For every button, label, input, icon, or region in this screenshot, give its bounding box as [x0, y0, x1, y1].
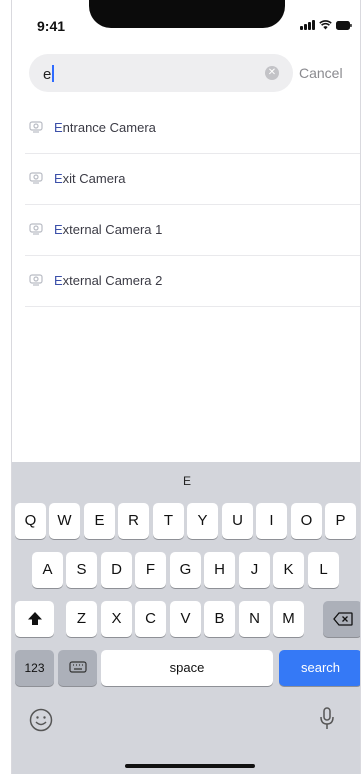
keyboard-icon	[68, 661, 87, 673]
status-icons	[300, 20, 352, 30]
search-query: e	[43, 65, 54, 83]
key-f[interactable]: F	[135, 552, 166, 588]
space-key[interactable]: space	[101, 650, 273, 686]
key-h[interactable]: H	[204, 552, 235, 588]
result-label: External Camera 1	[54, 222, 163, 237]
key-g[interactable]: G	[170, 552, 201, 588]
key-y[interactable]: Y	[187, 503, 218, 539]
shift-icon	[27, 612, 42, 625]
camera-icon	[29, 121, 43, 133]
emoji-icon[interactable]	[28, 707, 54, 733]
camera-icon	[29, 172, 43, 184]
battery-icon	[336, 21, 352, 30]
key-r[interactable]: R	[118, 503, 149, 539]
wifi-icon	[319, 20, 332, 30]
key-z[interactable]: Z	[66, 601, 97, 637]
key-o[interactable]: O	[291, 503, 322, 539]
key-w[interactable]: W	[49, 503, 80, 539]
cancel-button[interactable]: Cancel	[299, 65, 343, 81]
key-d[interactable]: D	[101, 552, 132, 588]
key-c[interactable]: C	[135, 601, 166, 637]
microphone-icon[interactable]	[319, 706, 335, 732]
delete-key[interactable]	[323, 601, 360, 637]
search-row: e ✕ Cancel	[12, 54, 360, 94]
result-item-entrance-camera[interactable]: Entrance Camera	[25, 103, 360, 154]
key-b[interactable]: B	[204, 601, 235, 637]
key-a[interactable]: A	[32, 552, 63, 588]
key-q[interactable]: Q	[15, 503, 46, 539]
keyboard-switch-key[interactable]	[58, 650, 97, 686]
search-key[interactable]: search	[279, 650, 360, 686]
key-s[interactable]: S	[66, 552, 97, 588]
key-i[interactable]: I	[256, 503, 287, 539]
status-time: 9:41	[37, 18, 66, 34]
key-l[interactable]: L	[308, 552, 339, 588]
phone-screen: 9:41 e ✕ Cancel Entrance Camera Exit Cam…	[11, 0, 361, 774]
notch	[89, 0, 285, 28]
predictive-suggestion[interactable]: E	[12, 462, 360, 500]
result-item-exit-camera[interactable]: Exit Camera	[25, 154, 360, 205]
home-indicator	[125, 764, 255, 768]
key-k[interactable]: K	[273, 552, 304, 588]
result-item-external-camera-1[interactable]: External Camera 1	[25, 205, 360, 256]
clear-icon[interactable]: ✕	[265, 66, 279, 80]
search-input[interactable]: e ✕	[29, 54, 293, 92]
camera-icon	[29, 274, 43, 286]
key-u[interactable]: U	[222, 503, 253, 539]
key-t[interactable]: T	[153, 503, 184, 539]
result-label: Entrance Camera	[54, 120, 156, 135]
key-m[interactable]: M	[273, 601, 304, 637]
result-label: External Camera 2	[54, 273, 163, 288]
key-e[interactable]: E	[84, 503, 115, 539]
result-item-external-camera-2[interactable]: External Camera 2	[25, 256, 360, 307]
key-j[interactable]: J	[239, 552, 270, 588]
key-v[interactable]: V	[170, 601, 201, 637]
key-n[interactable]: N	[239, 601, 270, 637]
text-caret	[52, 65, 54, 82]
cellular-signal-icon	[300, 20, 315, 30]
delete-icon	[332, 612, 353, 626]
numbers-key[interactable]: 123	[15, 650, 54, 686]
key-p[interactable]: P	[325, 503, 356, 539]
status-bar: 9:41	[12, 0, 360, 44]
key-x[interactable]: X	[101, 601, 132, 637]
camera-icon	[29, 223, 43, 235]
keyboard: E Q W E R T Y U I O P A S D F G H J K L …	[12, 462, 360, 774]
result-label: Exit Camera	[54, 171, 126, 186]
shift-key[interactable]	[15, 601, 54, 637]
search-results-list: Entrance Camera Exit Camera External Cam…	[12, 103, 360, 307]
